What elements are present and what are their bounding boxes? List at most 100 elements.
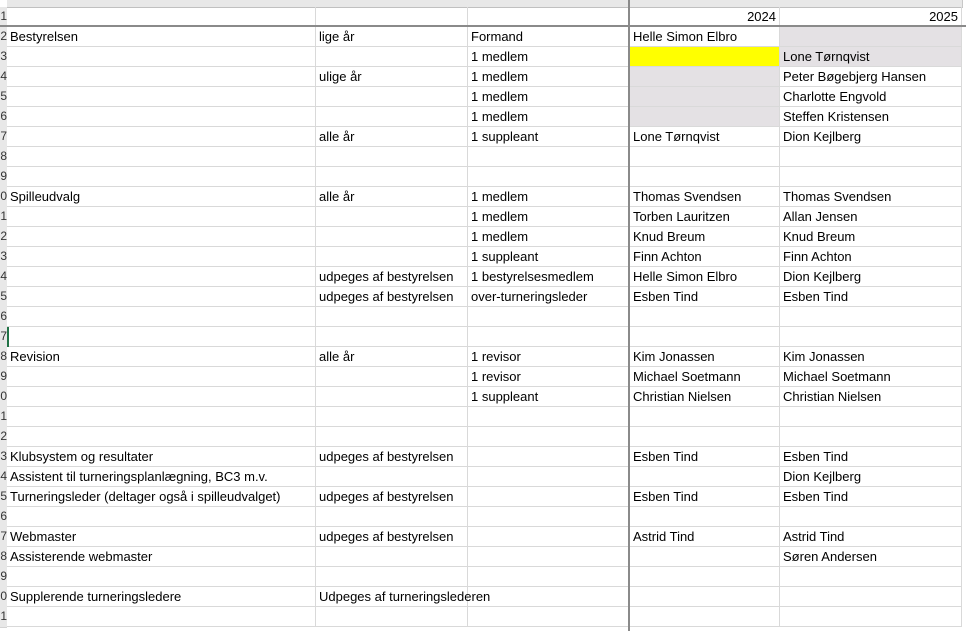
row-header[interactable]: 7: [0, 327, 7, 348]
cell-d17[interactable]: [630, 327, 780, 347]
cell-b20[interactable]: [316, 387, 468, 407]
cell-a5[interactable]: [7, 87, 316, 107]
cell-c13[interactable]: 1 suppleant: [468, 247, 630, 267]
cell-d7[interactable]: Lone Tørnqvist: [630, 127, 780, 147]
cell-b26[interactable]: [316, 507, 468, 527]
cell-d22[interactable]: [630, 427, 780, 447]
cell-c9[interactable]: [468, 167, 630, 187]
cell-b12[interactable]: [316, 227, 468, 247]
cell-a2[interactable]: Bestyrelsen: [7, 27, 316, 47]
cell-b4[interactable]: ulige år: [316, 67, 468, 87]
cell-d14[interactable]: Helle Simon Elbro: [630, 267, 780, 287]
cell-d21[interactable]: [630, 407, 780, 427]
cell-e19[interactable]: Michael Soetmann: [780, 367, 962, 387]
cell-e18[interactable]: Kim Jonassen: [780, 347, 962, 367]
cell-e16[interactable]: [780, 307, 962, 327]
cell-d24[interactable]: [630, 467, 780, 487]
cell-e11[interactable]: Allan Jensen: [780, 207, 962, 227]
cell-b7[interactable]: alle år: [316, 127, 468, 147]
cell-e4[interactable]: Peter Bøgebjerg Hansen: [780, 67, 962, 87]
cell-c28[interactable]: [468, 547, 630, 567]
cell-b16[interactable]: [316, 307, 468, 327]
cell-b27[interactable]: udpeges af bestyrelsen: [316, 527, 468, 547]
cell-d12[interactable]: Knud Breum: [630, 227, 780, 247]
cell-e23[interactable]: Esben Tind: [780, 447, 962, 467]
cell-c17[interactable]: [468, 327, 630, 347]
cell-a27[interactable]: Webmaster: [7, 527, 316, 547]
row-header[interactable]: 7: [0, 527, 7, 548]
cell-c23[interactable]: [468, 447, 630, 467]
row-header[interactable]: 3: [0, 47, 7, 68]
cell-b24[interactable]: [316, 467, 468, 487]
cell-d18[interactable]: Kim Jonassen: [630, 347, 780, 367]
row-header[interactable]: 8: [0, 147, 7, 168]
cell-c25[interactable]: [468, 487, 630, 507]
row-header[interactable]: 1: [0, 407, 7, 428]
cell-a8[interactable]: [7, 147, 316, 167]
cell-a4[interactable]: [7, 67, 316, 87]
cell-b19[interactable]: [316, 367, 468, 387]
cell-a19[interactable]: [7, 367, 316, 387]
cell-c27[interactable]: [468, 527, 630, 547]
row-header[interactable]: 9: [0, 567, 7, 588]
row-header[interactable]: 1: [0, 207, 7, 228]
cell-c22[interactable]: [468, 427, 630, 447]
cell-c16[interactable]: [468, 307, 630, 327]
cell-c5[interactable]: 1 medlem: [468, 87, 630, 107]
cell-a20[interactable]: [7, 387, 316, 407]
cell-b22[interactable]: [316, 427, 468, 447]
spreadsheet-grid[interactable]: 1 2024 2025 2 Bestyrelsen lige år Formand Helle…: [0, 0, 966, 631]
cell-b29[interactable]: [316, 567, 468, 587]
row-header[interactable]: 9: [0, 167, 7, 188]
cell-e17[interactable]: [780, 327, 962, 347]
cell-c24[interactable]: [468, 467, 630, 487]
cell-c12[interactable]: 1 medlem: [468, 227, 630, 247]
cell-e28[interactable]: Søren Andersen: [780, 547, 962, 567]
cell-d11[interactable]: Torben Lauritzen: [630, 207, 780, 227]
cell-a16[interactable]: [7, 307, 316, 327]
cell-d15[interactable]: Esben Tind: [630, 287, 780, 307]
row-header[interactable]: 4: [0, 67, 7, 88]
cell-a9[interactable]: [7, 167, 316, 187]
cell-a26[interactable]: [7, 507, 316, 527]
cell-e10[interactable]: Thomas Svendsen: [780, 187, 962, 207]
cell-c18[interactable]: 1 revisor: [468, 347, 630, 367]
cell-b2[interactable]: lige år: [316, 27, 468, 47]
cell-b13[interactable]: [316, 247, 468, 267]
cell-b3[interactable]: [316, 47, 468, 67]
cell-d19[interactable]: Michael Soetmann: [630, 367, 780, 387]
cell-c4[interactable]: 1 medlem: [468, 67, 630, 87]
cell-a24[interactable]: Assistent til turneringsplanlægning, BC3…: [7, 467, 316, 487]
cell-c1[interactable]: [468, 7, 630, 27]
cell-d26[interactable]: [630, 507, 780, 527]
cell-a6[interactable]: [7, 107, 316, 127]
cell-c30[interactable]: [468, 587, 630, 607]
cell-d16[interactable]: [630, 307, 780, 327]
cell-b8[interactable]: [316, 147, 468, 167]
cell-e24[interactable]: Dion Kejlberg: [780, 467, 962, 487]
cell-d9[interactable]: [630, 167, 780, 187]
cell-d30[interactable]: [630, 587, 780, 607]
cell-e13[interactable]: Finn Achton: [780, 247, 962, 267]
row-header[interactable]: 8: [0, 347, 7, 368]
row-header[interactable]: 5: [0, 487, 7, 508]
row-header[interactable]: 0: [0, 587, 7, 608]
cell-a1[interactable]: [7, 7, 316, 27]
cell-e12[interactable]: Knud Breum: [780, 227, 962, 247]
cell-d29[interactable]: [630, 567, 780, 587]
cell-b25[interactable]: udpeges af bestyrelsen: [316, 487, 468, 507]
row-header[interactable]: 4: [0, 267, 7, 288]
cell-c31[interactable]: [468, 607, 630, 627]
cell-c19[interactable]: 1 revisor: [468, 367, 630, 387]
row-header[interactable]: 8: [0, 547, 7, 568]
cell-e14[interactable]: Dion Kejlberg: [780, 267, 962, 287]
cell-e6[interactable]: Steffen Kristensen: [780, 107, 962, 127]
cell-a17[interactable]: [7, 327, 316, 347]
cell-c29[interactable]: [468, 567, 630, 587]
cell-b31[interactable]: [316, 607, 468, 627]
cell-d6[interactable]: [630, 107, 780, 127]
cell-b10[interactable]: alle år: [316, 187, 468, 207]
cell-c20[interactable]: 1 suppleant: [468, 387, 630, 407]
row-header[interactable]: 2: [0, 427, 7, 448]
cell-e20[interactable]: Christian Nielsen: [780, 387, 962, 407]
